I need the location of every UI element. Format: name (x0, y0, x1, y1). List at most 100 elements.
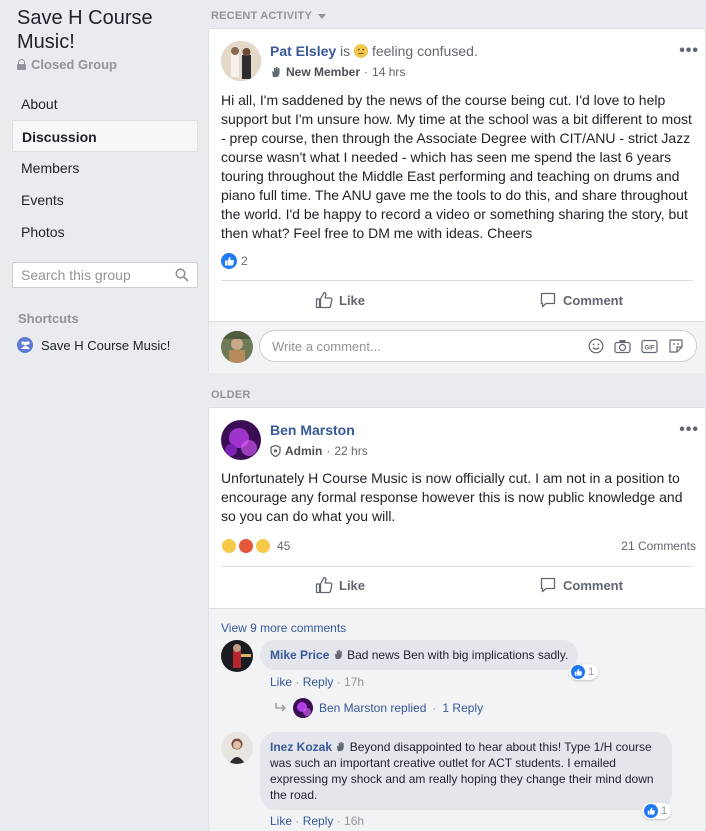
comment-label: Comment (563, 292, 623, 308)
reactions-summary[interactable]: 2 (221, 253, 248, 269)
nav-discussion[interactable]: Discussion (12, 120, 198, 152)
sad-reaction-icon (221, 538, 237, 554)
divider (221, 280, 693, 281)
reactions-summary[interactable]: 45 (221, 538, 290, 554)
feeling-prefix: is (340, 43, 351, 59)
comment-actions: Like · Reply · 16h (270, 814, 365, 828)
shortcut-group[interactable]: Save H Course Music! (17, 337, 170, 353)
comment-time[interactable]: 16h (344, 814, 364, 828)
left-sidebar: Save H Course Music! Closed Group About … (0, 0, 208, 831)
more-options-icon[interactable]: ••• (679, 421, 699, 439)
comment-icon (540, 577, 556, 593)
angry-reaction-icon (238, 538, 254, 554)
emoji-icon[interactable] (588, 338, 604, 354)
member-badge: New Member (286, 65, 361, 79)
gif-icon[interactable]: GIF (641, 339, 658, 354)
comment-input[interactable] (272, 338, 572, 354)
comment-actions: Like · Reply · 17h (270, 675, 365, 689)
commenter-name[interactable]: Mike Price (270, 648, 329, 662)
like-button[interactable]: Like (315, 291, 365, 309)
thumbs-up-icon (315, 291, 333, 309)
post-ben-marston: Ben Marston Admin · 22 hrs ••• Unfortuna… (208, 407, 706, 831)
avatar[interactable] (221, 420, 261, 460)
reply-thread[interactable]: Ben Marston replied · 1 Reply (275, 698, 483, 718)
comment-like-link[interactable]: Like (270, 675, 292, 689)
svg-text:GIF: GIF (645, 345, 655, 351)
more-options-icon[interactable]: ••• (679, 42, 699, 60)
comment-label: Comment (563, 577, 623, 593)
comment-time[interactable]: 17h (344, 675, 364, 689)
nav-events[interactable]: Events (12, 184, 198, 216)
new-member-wave-icon (334, 649, 342, 660)
reply-arrow-icon (275, 703, 286, 712)
group-search (12, 262, 198, 288)
new-member-wave-icon (272, 67, 280, 77)
viewer-avatar[interactable] (221, 331, 253, 363)
comment-text: Bad news Ben with big implications sadly… (347, 648, 569, 662)
wow-reaction-icon (255, 538, 271, 554)
camera-icon[interactable] (614, 339, 631, 354)
post-time[interactable]: 14 hrs (372, 65, 405, 79)
search-icon[interactable] (175, 268, 189, 282)
admin-badge: Admin (285, 444, 323, 458)
comment-react-count: 1 (588, 666, 595, 678)
comment-reply-link[interactable]: Reply (303, 814, 334, 828)
new-member-wave-icon (337, 741, 345, 752)
post-meta: New Member · 14 hrs (270, 65, 405, 79)
dot-separator: · (326, 444, 331, 458)
comment-reactions[interactable]: 1 (569, 664, 599, 680)
admin-shield-icon (270, 445, 281, 457)
group-title[interactable]: Save H Course Music! (17, 6, 197, 54)
comment-like-link[interactable]: Like (270, 814, 292, 828)
comment-reply-link[interactable]: Reply (303, 675, 334, 689)
post-body: Hi all, I'm saddened by the news of the … (221, 92, 692, 241)
comment-button[interactable]: Comment (539, 291, 623, 309)
lock-icon (17, 59, 26, 70)
author-name[interactable]: Ben Marston (270, 422, 355, 438)
nav-members[interactable]: Members (12, 152, 198, 184)
post-pat-elsley: Pat Elsley is feeling confused. New Memb… (208, 28, 706, 373)
like-button[interactable]: Like (315, 576, 365, 594)
group-privacy: Closed Group (17, 57, 117, 72)
post-author[interactable]: Pat Elsley is feeling confused. (270, 43, 478, 59)
reaction-count: 45 (277, 539, 291, 553)
reply-who: Ben Marston replied (319, 701, 427, 715)
commenter-avatar[interactable] (221, 732, 253, 764)
shortcut-label: Save H Course Music! (41, 337, 171, 353)
thumbs-up-icon (315, 576, 333, 594)
reply-count: 1 Reply (442, 701, 484, 715)
avatar[interactable] (221, 41, 261, 81)
post-time[interactable]: 22 hrs (334, 444, 367, 458)
nav-about[interactable]: About (12, 88, 198, 120)
post-meta: Admin · 22 hrs (270, 444, 368, 458)
comment-reactions[interactable]: 1 (642, 803, 672, 819)
recent-activity-header[interactable]: RECENT ACTIVITY (211, 10, 326, 22)
post-author[interactable]: Ben Marston (270, 422, 355, 438)
like-reaction-icon (644, 804, 658, 818)
dot-separator: · (364, 65, 369, 79)
like-reaction-icon (571, 665, 585, 679)
view-more-comments-link[interactable]: View 9 more comments (221, 621, 346, 635)
search-input[interactable] (21, 267, 166, 283)
sticker-icon[interactable] (668, 338, 684, 354)
nav-photos[interactable]: Photos (12, 216, 198, 248)
post-body: Unfortunately H Course Music is now offi… (221, 470, 683, 524)
older-header: OLDER (211, 389, 251, 401)
group-privacy-label: Closed Group (31, 57, 117, 72)
confused-emoji-icon (354, 44, 368, 58)
dot-separator: · (432, 701, 437, 715)
like-reaction-icon (221, 253, 237, 269)
comment-composer: GIF (209, 321, 705, 373)
author-name[interactable]: Pat Elsley (270, 43, 336, 59)
comments-count[interactable]: 21 Comments (621, 539, 696, 553)
comment-box: GIF (259, 330, 697, 362)
commenter-avatar[interactable] (221, 640, 253, 672)
divider (221, 566, 693, 567)
like-label: Like (339, 292, 366, 308)
comment-button[interactable]: Comment (539, 576, 623, 594)
comment-bubble: Mike Price Bad news Ben with big implica… (260, 640, 579, 670)
commenter-name[interactable]: Inez Kozak (270, 740, 332, 754)
recent-activity-label: RECENT ACTIVITY (211, 10, 312, 22)
comment-bubble: Inez Kozak Beyond disappointed to hear a… (260, 732, 672, 810)
like-label: Like (339, 577, 366, 593)
